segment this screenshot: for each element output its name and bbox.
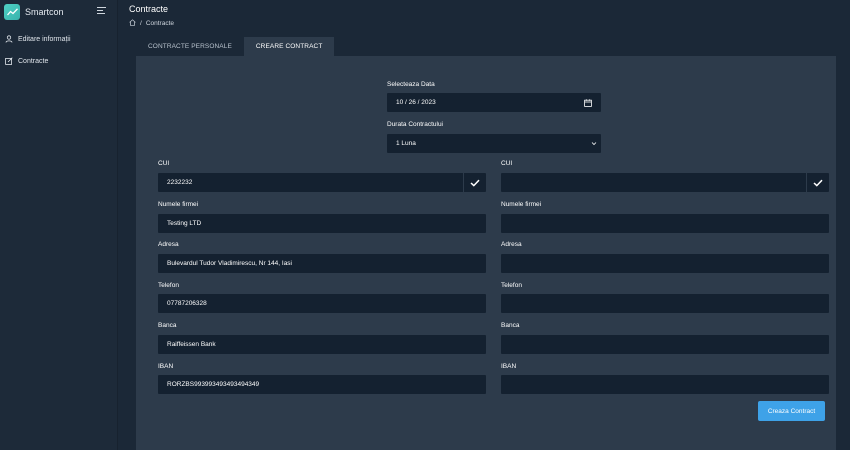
left-cui-value: 2232232 — [167, 179, 193, 186]
header: Contracte / Contracte CONTRACTE PERSONAL… — [118, 0, 850, 56]
right-address-input[interactable] — [501, 254, 829, 273]
home-icon[interactable] — [129, 19, 136, 28]
brand[interactable]: Smartcon — [4, 3, 64, 21]
left-address-label: Adresa — [158, 241, 179, 248]
right-company-label: Numele firmei — [501, 201, 542, 208]
create-contract-button[interactable]: Creaza Contract — [758, 401, 825, 421]
date-input[interactable]: 10 / 26 / 2023 — [387, 93, 601, 112]
sidebar: Smartcon Editare informații Contracte — [0, 0, 118, 450]
right-phone-input[interactable] — [501, 294, 829, 313]
left-cui-input[interactable]: 2232232 — [158, 173, 486, 192]
logo-icon — [4, 4, 20, 20]
breadcrumb-current: Contracte — [145, 20, 174, 27]
left-address-value: Bulevardul Tudor Vladimirescu, Nr 144, I… — [167, 260, 293, 267]
chevron-down-icon — [589, 139, 598, 148]
right-bank-input[interactable] — [501, 335, 829, 354]
left-cui-label: CUI — [158, 160, 170, 167]
right-company-input[interactable] — [501, 214, 829, 233]
calendar-icon[interactable] — [583, 98, 592, 107]
tab-contracte-personale[interactable]: CONTRACTE PERSONALE — [136, 37, 244, 56]
duration-value: 1 Luna — [396, 140, 416, 147]
left-phone-label: Telefon — [158, 282, 179, 289]
sidebar-item-label: Contracte — [18, 57, 49, 65]
duration-label: Durata Contractului — [387, 121, 443, 128]
sidebar-item-contracte[interactable]: Contracte — [5, 55, 48, 67]
left-address-input[interactable]: Bulevardul Tudor Vladimirescu, Nr 144, I… — [158, 254, 486, 273]
breadcrumb: / Contracte — [129, 19, 174, 28]
tab-creare-contract[interactable]: CREARE CONTRACT — [243, 37, 335, 56]
create-contract-panel: Selecteaza Data 10 / 26 / 2023 Durata Co… — [136, 56, 836, 450]
date-value: 10 / 26 / 2023 — [396, 99, 436, 106]
left-iban-label: IBAN — [158, 363, 174, 370]
right-phone-label: Telefon — [501, 282, 522, 289]
left-phone-value: 07787206328 — [167, 300, 207, 307]
left-bank-input[interactable]: Raiffeissen Bank — [158, 335, 486, 354]
breadcrumb-separator: / — [140, 20, 142, 27]
right-iban-label: IBAN — [501, 363, 517, 370]
right-address-label: Adresa — [501, 241, 522, 248]
right-cui-label: CUI — [501, 160, 513, 167]
right-cui-input[interactable] — [501, 173, 829, 192]
check-icon — [470, 179, 480, 187]
brand-name: Smartcon — [25, 7, 64, 17]
sidebar-item-label: Editare informații — [18, 35, 71, 43]
left-bank-label: Banca — [158, 322, 177, 329]
left-iban-value: RORZBS993993493493494349 — [167, 381, 260, 388]
edit-icon — [5, 57, 13, 65]
left-cui-verify-button[interactable] — [463, 173, 486, 192]
page-title: Contracte — [129, 4, 169, 14]
left-company-value: Testing LTD — [167, 220, 202, 227]
sidebar-item-editare-informatii[interactable]: Editare informații — [5, 33, 71, 45]
menu-toggle-icon[interactable] — [97, 7, 106, 15]
duration-select[interactable]: 1 Luna — [387, 134, 601, 153]
check-icon — [813, 179, 823, 187]
left-bank-value: Raiffeissen Bank — [167, 341, 216, 348]
user-icon — [5, 35, 13, 43]
date-label: Selecteaza Data — [387, 81, 435, 88]
right-iban-input[interactable] — [501, 375, 829, 394]
left-phone-input[interactable]: 07787206328 — [158, 294, 486, 313]
tabs: CONTRACTE PERSONALE CREARE CONTRACT — [136, 37, 335, 56]
left-iban-input[interactable]: RORZBS993993493493494349 — [158, 375, 486, 394]
left-company-input[interactable]: Testing LTD — [158, 214, 486, 233]
right-bank-label: Banca — [501, 322, 520, 329]
left-company-label: Numele firmei — [158, 201, 199, 208]
right-cui-verify-button[interactable] — [806, 173, 829, 192]
